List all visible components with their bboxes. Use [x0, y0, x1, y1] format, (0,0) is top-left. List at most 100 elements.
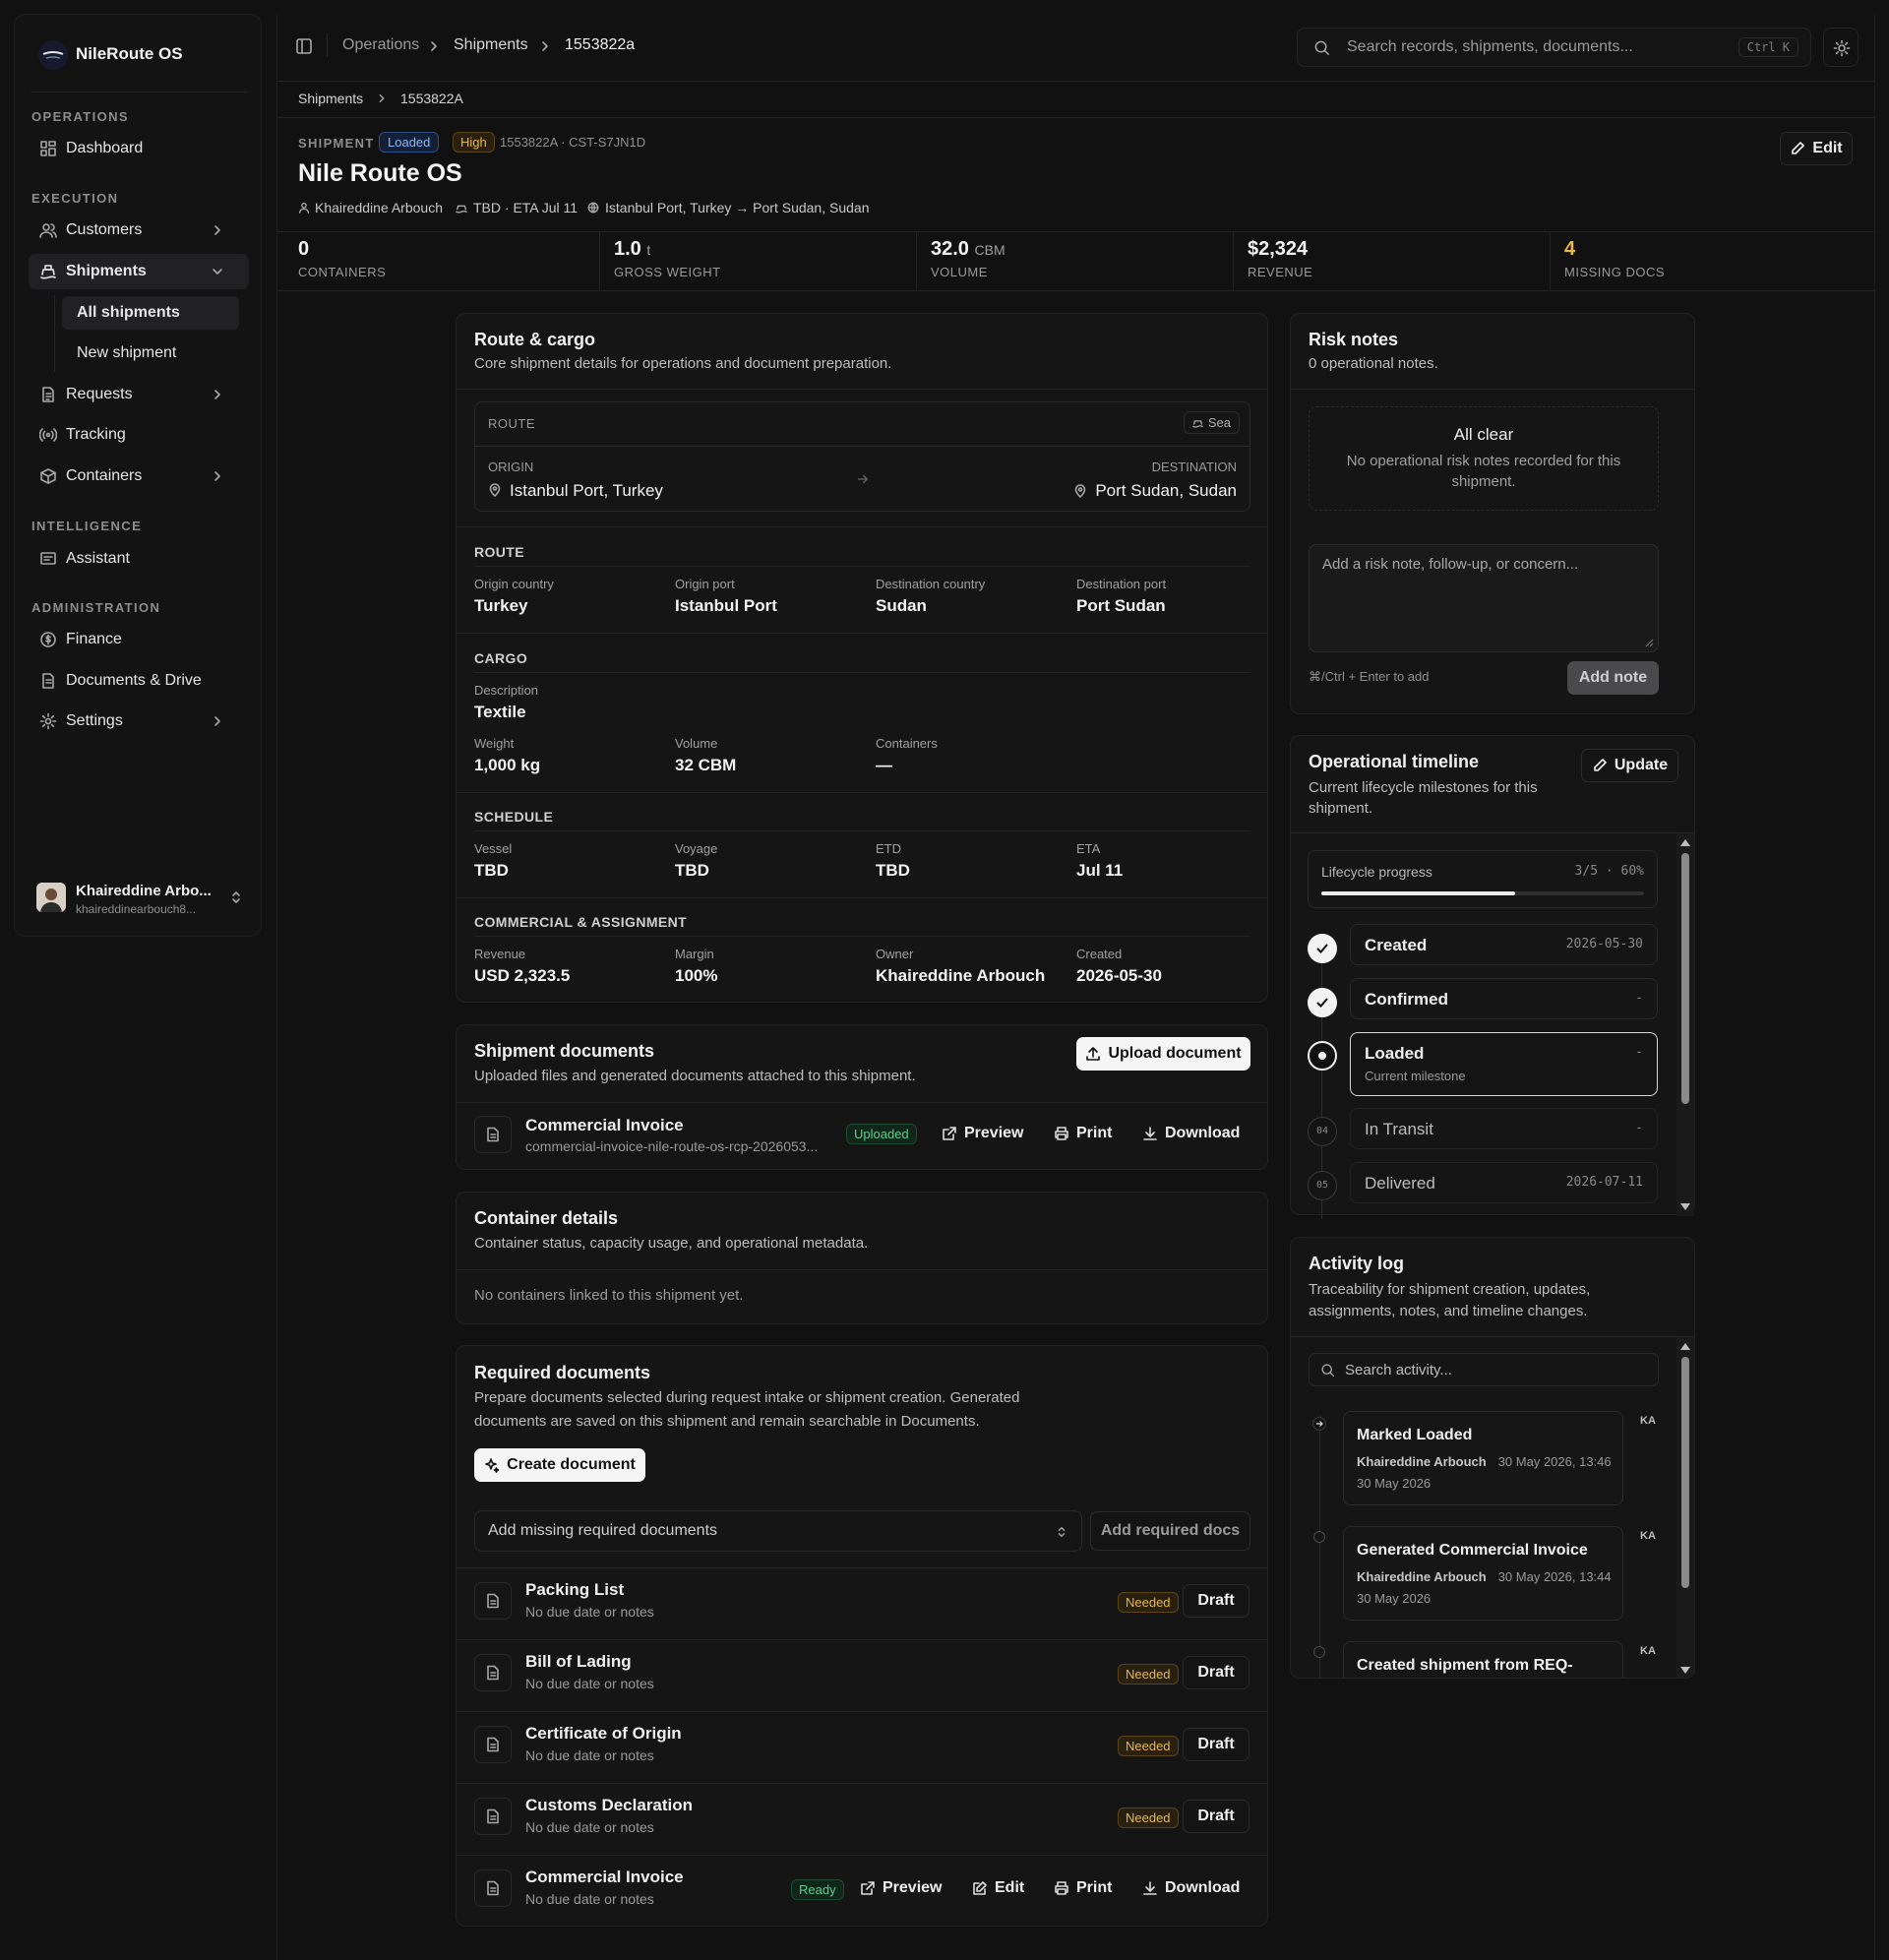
required-docs-select[interactable]: Add missing required documents — [474, 1510, 1082, 1552]
activity-search[interactable]: Search activity... — [1309, 1353, 1659, 1386]
stat-value: 1.0 — [614, 238, 641, 260]
upload-document-button[interactable]: Upload document — [1076, 1037, 1250, 1071]
activity-dot-icon — [1313, 1531, 1325, 1543]
scroll-up-icon[interactable] — [1679, 837, 1691, 847]
subcrumb-shipments[interactable]: Shipments — [298, 91, 363, 106]
field-value: Istanbul Port — [675, 596, 777, 615]
card-subtitle: 0 operational notes. — [1309, 355, 1438, 372]
divider — [1233, 232, 1234, 290]
scrollbar-thumb[interactable] — [1681, 1357, 1689, 1588]
field-value: 2026-05-30 — [1076, 966, 1162, 985]
add-note-button[interactable]: Add note — [1567, 661, 1659, 695]
activity-entry[interactable]: Marked Loaded Khaireddine Arbouch 30 May … — [1343, 1411, 1623, 1505]
scrollbar-thumb[interactable] — [1681, 853, 1689, 1104]
sidebar-item-tracking[interactable]: Tracking — [29, 417, 249, 453]
section-intelligence: INTELLIGENCE — [31, 519, 143, 533]
card-subtitle: Prepare documents selected during reques… — [474, 1389, 1020, 1406]
download-button[interactable]: Download — [1142, 1125, 1240, 1142]
sidebar-item-containers[interactable]: Containers — [29, 459, 249, 494]
activity-time: 30 May 2026, 13:46 — [1497, 1454, 1612, 1469]
field-label: Voyage — [675, 841, 718, 856]
user-menu[interactable]: Khaireddine Arbo... khaireddinearbouch8.… — [23, 871, 251, 924]
field-label: Owner — [876, 947, 914, 961]
sidebar-item-dashboard[interactable]: Dashboard — [29, 131, 249, 166]
print-button[interactable]: Print — [1054, 1125, 1112, 1142]
global-search[interactable]: Search records, shipments, documents... … — [1297, 28, 1811, 67]
ship-icon — [1192, 420, 1203, 428]
milestone-delivered[interactable]: Delivered 2026-07-11 — [1350, 1162, 1658, 1203]
print-button[interactable]: Print — [1054, 1879, 1112, 1897]
milestone-in-transit[interactable]: In Transit - — [1350, 1108, 1658, 1149]
sidebar-item-customers[interactable]: Customers — [29, 213, 249, 248]
draft-button[interactable]: Draft — [1183, 1656, 1249, 1689]
field-label: Volume — [675, 736, 718, 751]
empty-state: All clear No operational risk notes reco… — [1309, 406, 1659, 511]
sidebar-toggle-icon[interactable] — [295, 37, 313, 55]
field-containers: Containers — — [876, 736, 938, 775]
scroll-down-icon[interactable] — [1679, 1202, 1691, 1212]
sidebar-item-settings[interactable]: Settings — [29, 704, 249, 739]
breadcrumb-shipments[interactable]: Shipments — [454, 36, 528, 54]
draft-button[interactable]: Draft — [1183, 1584, 1249, 1618]
scroll-up-icon[interactable] — [1679, 1341, 1691, 1351]
stat-missing-docs: 4 MISSING DOCS — [1564, 238, 1665, 279]
field-value: Turkey — [474, 596, 528, 615]
edit-doc-button[interactable]: Edit — [972, 1879, 1024, 1897]
sidebar-item-label: Shipments — [66, 263, 147, 279]
theme-toggle[interactable] — [1823, 28, 1859, 67]
doc-name: Customs Declaration — [525, 1796, 694, 1814]
sidebar-item-assistant[interactable]: Assistant — [29, 541, 249, 577]
preview-button[interactable]: Preview — [942, 1125, 1023, 1142]
doc-name[interactable]: Commercial Invoice — [525, 1116, 684, 1135]
sidebar-item-finance[interactable]: Finance — [29, 622, 249, 657]
field-label: Description — [474, 683, 539, 698]
scroll-down-icon[interactable] — [1679, 1666, 1691, 1676]
field-value: 100% — [675, 966, 718, 985]
progress-track — [1321, 891, 1644, 895]
field-value: Textile — [474, 703, 526, 721]
scrollbar[interactable] — [1676, 833, 1694, 1216]
sidebar-item-new-shipment[interactable]: New shipment — [62, 337, 239, 370]
field-value: Khaireddine Arbouch — [876, 966, 1046, 985]
create-document-button[interactable]: Create document — [474, 1448, 645, 1482]
message-icon — [40, 552, 56, 565]
sidebar-item-all-shipments[interactable]: All shipments — [62, 296, 239, 330]
edit-button[interactable]: Edit — [1780, 132, 1853, 165]
activity-search-input[interactable]: Search activity... — [1345, 1362, 1452, 1378]
milestone-loaded[interactable]: Loaded - Current milestone — [1350, 1032, 1658, 1096]
users-icon — [39, 223, 57, 238]
box-icon — [40, 468, 56, 484]
progress-label: Lifecycle progress — [1321, 864, 1432, 880]
sidebar-item-documents[interactable]: Documents & Drive — [29, 663, 249, 699]
field-weight: Weight 1,000 kg — [474, 736, 540, 775]
scrollbar[interactable] — [1676, 1337, 1694, 1678]
download-button[interactable]: Download — [1142, 1879, 1240, 1897]
doc-note: No due date or notes — [525, 1747, 654, 1763]
activity-entry[interactable]: Generated Commercial Invoice Khaireddine… — [1343, 1526, 1623, 1621]
sidebar-item-requests[interactable]: Requests — [29, 377, 249, 412]
sidebar-item-shipments[interactable]: Shipments — [29, 254, 249, 289]
sparkles-icon — [485, 1458, 500, 1473]
draft-button[interactable]: Draft — [1183, 1728, 1249, 1761]
draft-button[interactable]: Draft — [1183, 1800, 1249, 1833]
search-input[interactable]: Search records, shipments, documents... — [1347, 38, 1633, 56]
tree-line — [54, 295, 55, 372]
update-button[interactable]: Update — [1581, 749, 1678, 782]
activity-line — [1319, 1415, 1320, 1678]
add-required-docs-button[interactable]: Add required docs — [1090, 1511, 1250, 1551]
milestone-confirmed[interactable]: Confirmed - — [1350, 978, 1658, 1019]
breadcrumb-operations[interactable]: Operations — [342, 36, 419, 54]
milestone-created[interactable]: Created 2026-05-30 — [1350, 924, 1658, 965]
field-value: Jul 11 — [1076, 861, 1124, 880]
divider — [327, 33, 328, 57]
preview-button[interactable]: Preview — [860, 1879, 942, 1897]
status-badge: Needed — [1118, 1592, 1179, 1613]
resize-handle-icon[interactable] — [1644, 638, 1654, 647]
activity-entry[interactable]: Created shipment from REQ- — [1343, 1641, 1623, 1678]
card-title: Shipment documents — [474, 1041, 655, 1061]
risk-note-textarea[interactable]: Add a risk note, follow-up, or concern..… — [1309, 544, 1659, 652]
ship-icon — [40, 265, 56, 279]
chevron-right-icon — [214, 390, 220, 399]
field-value: Sudan — [876, 596, 927, 615]
sidebar-item-label: Finance — [66, 631, 122, 647]
